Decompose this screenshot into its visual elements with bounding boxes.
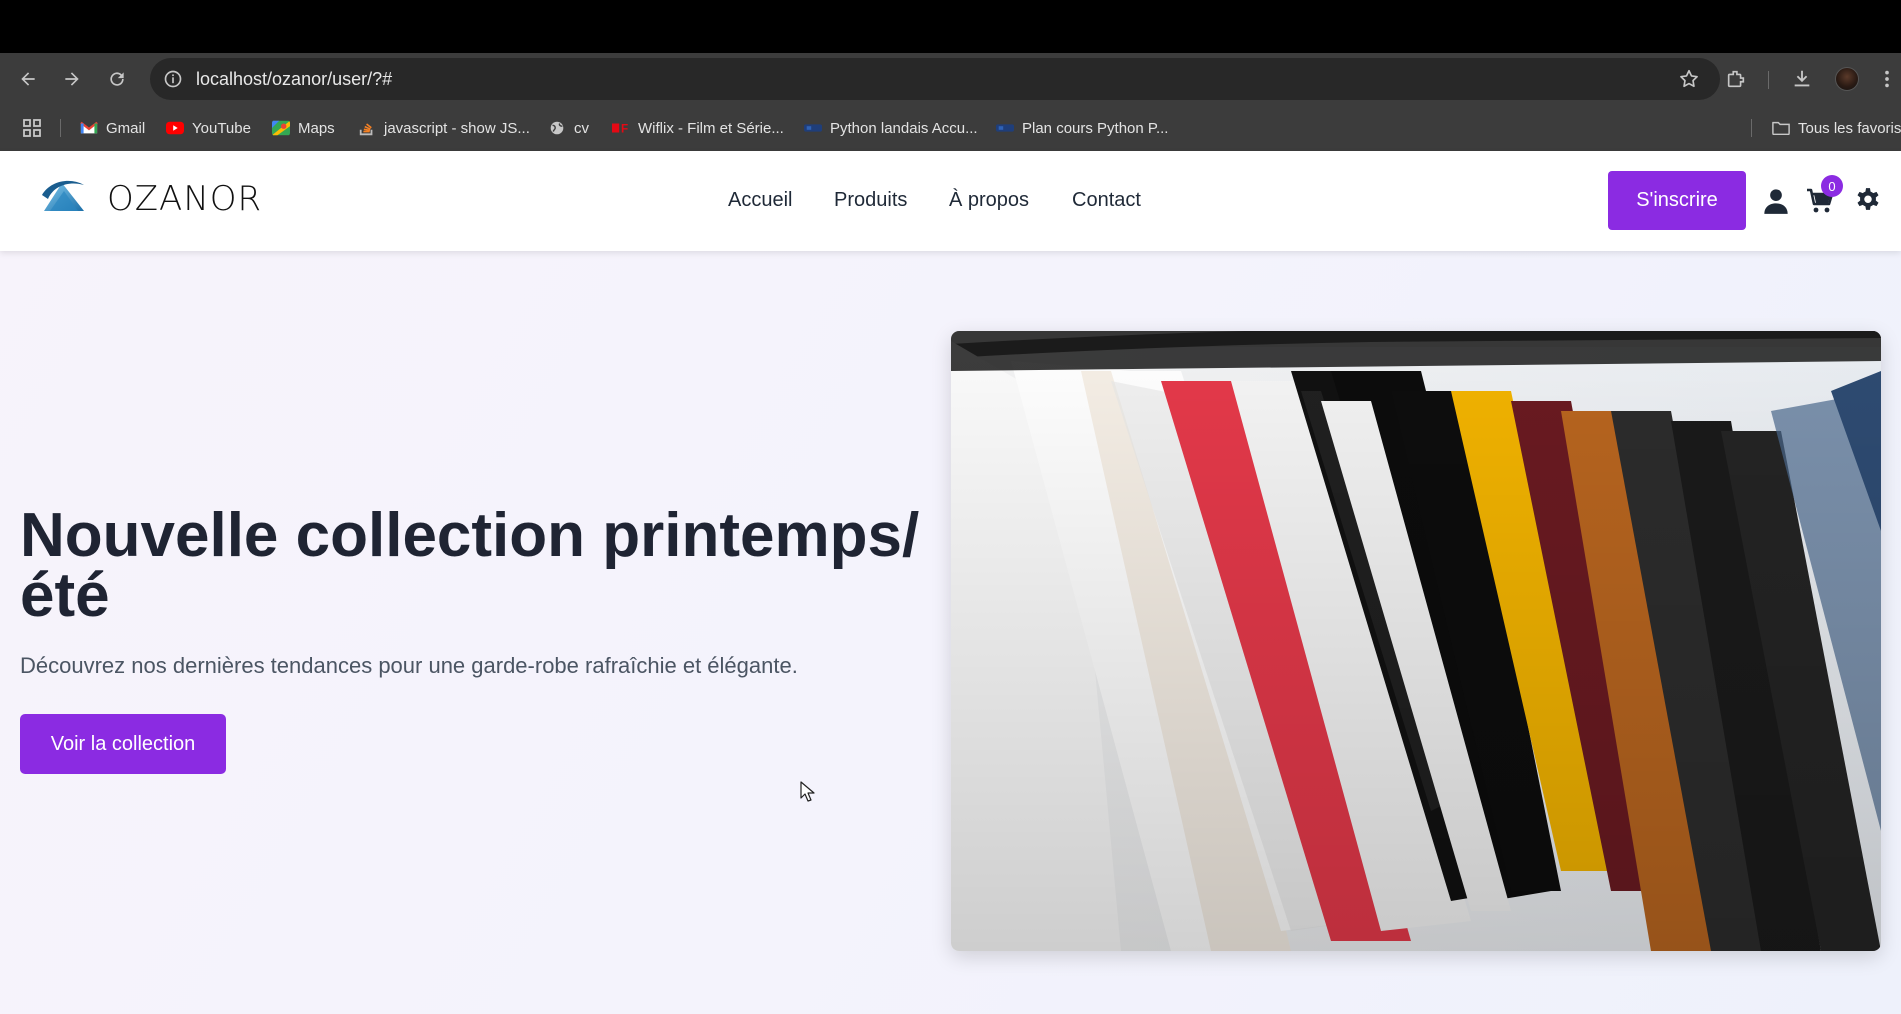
mouse-cursor-icon bbox=[800, 781, 815, 802]
nav-accueil[interactable]: Accueil bbox=[728, 189, 792, 212]
bookmark-label: cv bbox=[574, 119, 589, 137]
bookmark-cv[interactable]: cv bbox=[548, 117, 589, 139]
cart-count-badge: 0 bbox=[1821, 175, 1843, 197]
python-icon bbox=[996, 124, 1014, 132]
youtube-icon bbox=[166, 121, 184, 135]
gear-icon[interactable] bbox=[1854, 187, 1882, 215]
shirts-illustration bbox=[951, 331, 1881, 951]
back-icon[interactable] bbox=[14, 65, 42, 93]
hero-title: Nouvelle collection printemps/ été bbox=[20, 501, 920, 630]
bookmark-label: javascript - show JS... bbox=[384, 119, 530, 137]
hero-subtitle: Découvrez nos dernières tendances pour u… bbox=[20, 653, 798, 678]
nav-produits[interactable]: Produits bbox=[834, 189, 907, 212]
page-content: OZANOR Accueil Produits À propos Contact… bbox=[0, 151, 1901, 1014]
view-collection-button[interactable]: Voir la collection bbox=[20, 714, 226, 774]
browser-toolbar: localhost/ozanor/user/?# bbox=[0, 53, 1901, 105]
bookmark-maps[interactable]: Maps bbox=[272, 117, 335, 139]
hero-image-clothes-rack bbox=[951, 331, 1881, 951]
gmail-icon bbox=[80, 121, 98, 134]
apps-grid-icon[interactable] bbox=[22, 117, 42, 139]
extensions-icon[interactable] bbox=[1723, 66, 1749, 92]
site-header: OZANOR Accueil Produits À propos Contact… bbox=[0, 151, 1901, 251]
user-icon[interactable] bbox=[1762, 187, 1790, 215]
profile-avatar[interactable] bbox=[1835, 67, 1859, 91]
bookmark-plan-cours-python[interactable]: Plan cours Python P... bbox=[996, 117, 1168, 139]
folder-icon bbox=[1772, 121, 1790, 136]
bookmark-label: YouTube bbox=[192, 119, 251, 137]
bookmark-label: Gmail bbox=[106, 119, 146, 137]
bookmark-gmail[interactable]: Gmail bbox=[80, 117, 145, 139]
bookmark-wiflix[interactable]: F Wiflix - Film et Série... bbox=[612, 117, 784, 139]
bookmark-divider bbox=[60, 119, 61, 137]
bookmark-label: Wiflix - Film et Série... bbox=[638, 119, 784, 137]
bookmark-label: Maps bbox=[298, 119, 335, 137]
signup-button[interactable]: S'inscrire bbox=[1608, 171, 1746, 230]
stackoverflow-icon bbox=[359, 123, 373, 136]
wiflix-icon: F bbox=[612, 123, 628, 136]
bookmark-label: Tous les favoris bbox=[1798, 119, 1901, 137]
reload-icon[interactable] bbox=[103, 65, 131, 93]
brand-name[interactable]: OZANOR bbox=[107, 179, 262, 219]
url-text[interactable]: localhost/ozanor/user/?# bbox=[196, 69, 392, 90]
toolbar-divider bbox=[1768, 71, 1769, 89]
bookmark-javascript[interactable]: javascript - show JS... bbox=[358, 117, 530, 139]
forward-icon[interactable] bbox=[58, 65, 86, 93]
bookmarks-bar: Gmail YouTube Maps javascript - show JS.… bbox=[0, 105, 1901, 151]
python-icon bbox=[804, 124, 822, 132]
site-info-icon[interactable] bbox=[163, 69, 183, 89]
ozanor-logo-icon[interactable] bbox=[40, 175, 88, 215]
address-bar[interactable]: localhost/ozanor/user/?# bbox=[150, 58, 1720, 100]
bookmark-label: Plan cours Python P... bbox=[1022, 119, 1169, 137]
bookmark-python-landais[interactable]: Python landais Accu... bbox=[804, 117, 978, 139]
nav-a-propos[interactable]: À propos bbox=[949, 189, 1029, 212]
download-icon[interactable] bbox=[1789, 66, 1815, 92]
bookmark-all-favorites[interactable]: Tous les favoris bbox=[1772, 117, 1901, 139]
menu-kebab-icon[interactable] bbox=[1877, 66, 1897, 92]
globe-icon bbox=[550, 121, 564, 135]
bookmark-label: Python landais Accu... bbox=[830, 119, 978, 137]
maps-icon bbox=[272, 120, 290, 136]
bookmark-youtube[interactable]: YouTube bbox=[166, 117, 251, 139]
bookmark-divider bbox=[1751, 119, 1752, 137]
bookmark-star-icon[interactable] bbox=[1678, 68, 1700, 90]
svg-text:F: F bbox=[621, 123, 628, 136]
screen-top-bar bbox=[0, 0, 1901, 53]
nav-contact[interactable]: Contact bbox=[1072, 189, 1141, 212]
